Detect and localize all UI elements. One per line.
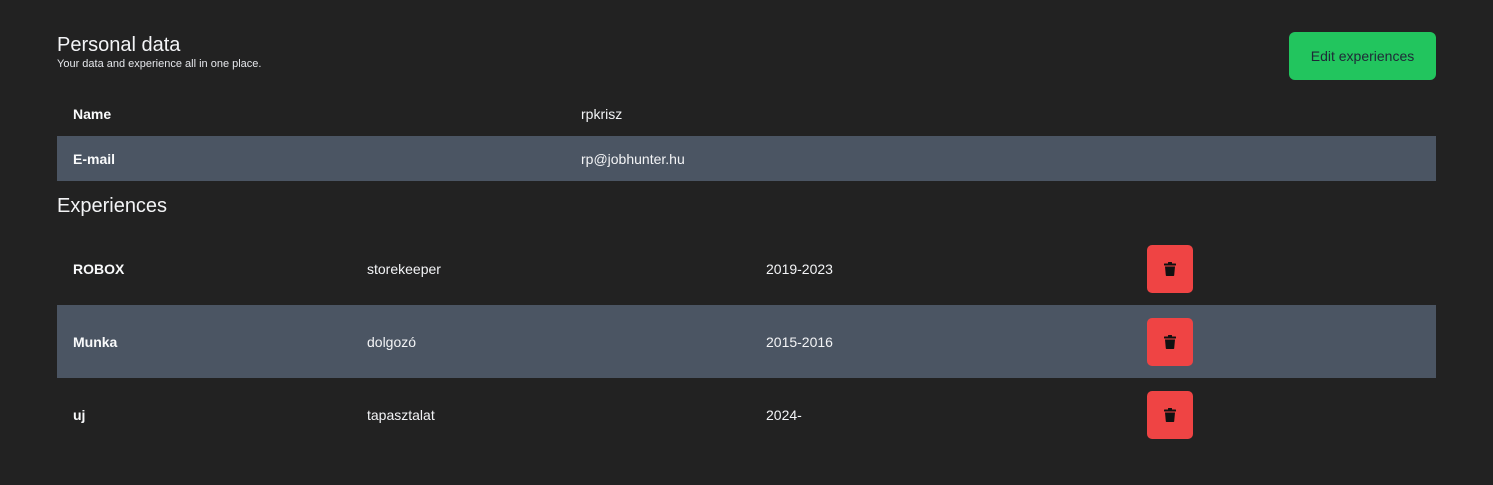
experiences-title: Experiences	[57, 195, 168, 217]
profile-page: Personal data Your data and experience a…	[0, 0, 1493, 485]
edit-experiences-button[interactable]: Edit experiences	[1289, 32, 1436, 80]
personal-label: Name	[73, 105, 112, 122]
trash-icon	[1164, 334, 1176, 349]
delete-experience-button[interactable]	[1147, 244, 1193, 293]
experiences-table: ROBOX storekeeper 2019-2023 Munka dolgoz…	[57, 232, 1436, 451]
experience-years: 2024-	[766, 406, 802, 423]
personal-row-email: E-mail rp@jobhunter.hu	[57, 136, 1436, 181]
experience-position: storekeeper	[367, 260, 441, 277]
personal-row-name: Name rpkrisz	[57, 91, 1436, 136]
personal-data-table: Name rpkrisz E-mail rp@jobhunter.hu	[57, 91, 1436, 181]
experience-years: 2015-2016	[766, 333, 833, 350]
experience-position: tapasztalat	[367, 406, 435, 423]
experience-row: ROBOX storekeeper 2019-2023	[57, 232, 1436, 305]
experience-years: 2019-2023	[766, 260, 833, 277]
personal-value: rpkrisz	[581, 105, 623, 122]
experience-row: uj tapasztalat 2024-	[57, 378, 1436, 451]
experience-company: ROBOX	[73, 260, 125, 277]
page-subtitle: Your data and experience all in one plac…	[57, 58, 262, 70]
trash-icon	[1164, 407, 1176, 422]
experience-company: Munka	[73, 333, 118, 350]
page-title: Personal data	[57, 34, 181, 56]
personal-value: rp@jobhunter.hu	[581, 150, 685, 167]
delete-experience-button[interactable]	[1147, 390, 1193, 439]
page-header: Personal data Your data and experience a…	[57, 33, 261, 71]
delete-experience-button[interactable]	[1147, 317, 1193, 366]
experience-company: uj	[73, 406, 86, 423]
trash-icon	[1164, 261, 1176, 276]
experience-position: dolgozó	[367, 333, 417, 350]
experience-row: Munka dolgozó 2015-2016	[57, 305, 1436, 378]
personal-label: E-mail	[73, 150, 116, 167]
